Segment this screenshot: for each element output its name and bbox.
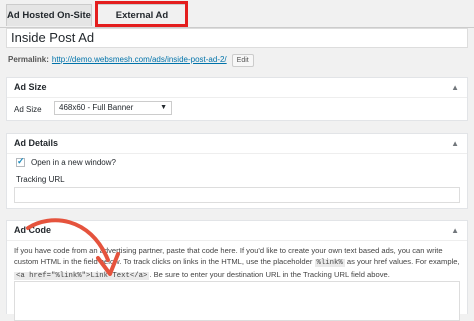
checkmark-icon: ✓	[17, 156, 25, 167]
ad-details-heading: Ad Details	[14, 138, 59, 148]
ad-size-select[interactable]: 468x60 - Full Banner ▼	[54, 101, 172, 115]
highlight-box	[95, 1, 188, 27]
tracking-url-label: Tracking URL	[16, 175, 65, 184]
ad-details-box: Ad Details ▲ ✓ Open in a new window? Trac…	[6, 133, 468, 209]
permalink-row: Permalink: http://demo.websmesh.com/ads/i…	[8, 54, 254, 67]
ad-size-box: Ad Size ▲ Ad Size 468x60 - Full Banner ▼	[6, 77, 468, 121]
tab-ad-hosted-on-site[interactable]: Ad Hosted On-Site	[6, 4, 92, 26]
chevron-down-icon: ▼	[160, 104, 167, 111]
ad-size-heading: Ad Size	[14, 82, 47, 92]
open-new-window-row: ✓ Open in a new window?	[16, 156, 116, 168]
open-new-window-label: Open in a new window?	[31, 158, 116, 167]
collapse-caret-icon[interactable]: ▲	[451, 78, 459, 97]
ad-size-header[interactable]: Ad Size ▲	[7, 78, 467, 98]
ad-code-heading: Ad Code	[14, 225, 51, 235]
ad-type-tabs: Ad Hosted On-Site External Ad Network	[0, 0, 474, 43]
ad-details-header[interactable]: Ad Details ▲	[7, 134, 467, 154]
link-placeholder-code: %link%	[314, 259, 345, 267]
ad-size-label: Ad Size	[14, 105, 42, 114]
permalink-label: Permalink:	[8, 55, 49, 64]
permalink-link[interactable]: http://demo.websmesh.com/ads/inside-post…	[52, 55, 227, 64]
collapse-caret-icon[interactable]: ▲	[451, 221, 459, 240]
ad-code-description: If you have code from an advertising par…	[14, 245, 464, 282]
ad-code-header[interactable]: Ad Code ▲	[7, 221, 467, 241]
ad-code-desc-3: . Be sure to enter your destination URL …	[149, 270, 390, 279]
collapse-caret-icon[interactable]: ▲	[451, 134, 459, 153]
example-link-code: <a href="%link%">Link Text</a>	[14, 272, 150, 280]
edit-permalink-button[interactable]: Edit	[231, 54, 254, 67]
ad-code-textarea[interactable]	[14, 281, 460, 321]
ad-code-desc-2: as your href values. For example,	[344, 257, 460, 266]
post-title-input[interactable]: Inside Post Ad	[6, 28, 468, 48]
ad-size-selected: 468x60 - Full Banner	[59, 103, 134, 112]
open-new-window-checkbox[interactable]: ✓	[16, 156, 25, 168]
tracking-url-input[interactable]	[14, 187, 460, 203]
ad-code-box: Ad Code ▲ If you have code from an adver…	[6, 220, 468, 321]
